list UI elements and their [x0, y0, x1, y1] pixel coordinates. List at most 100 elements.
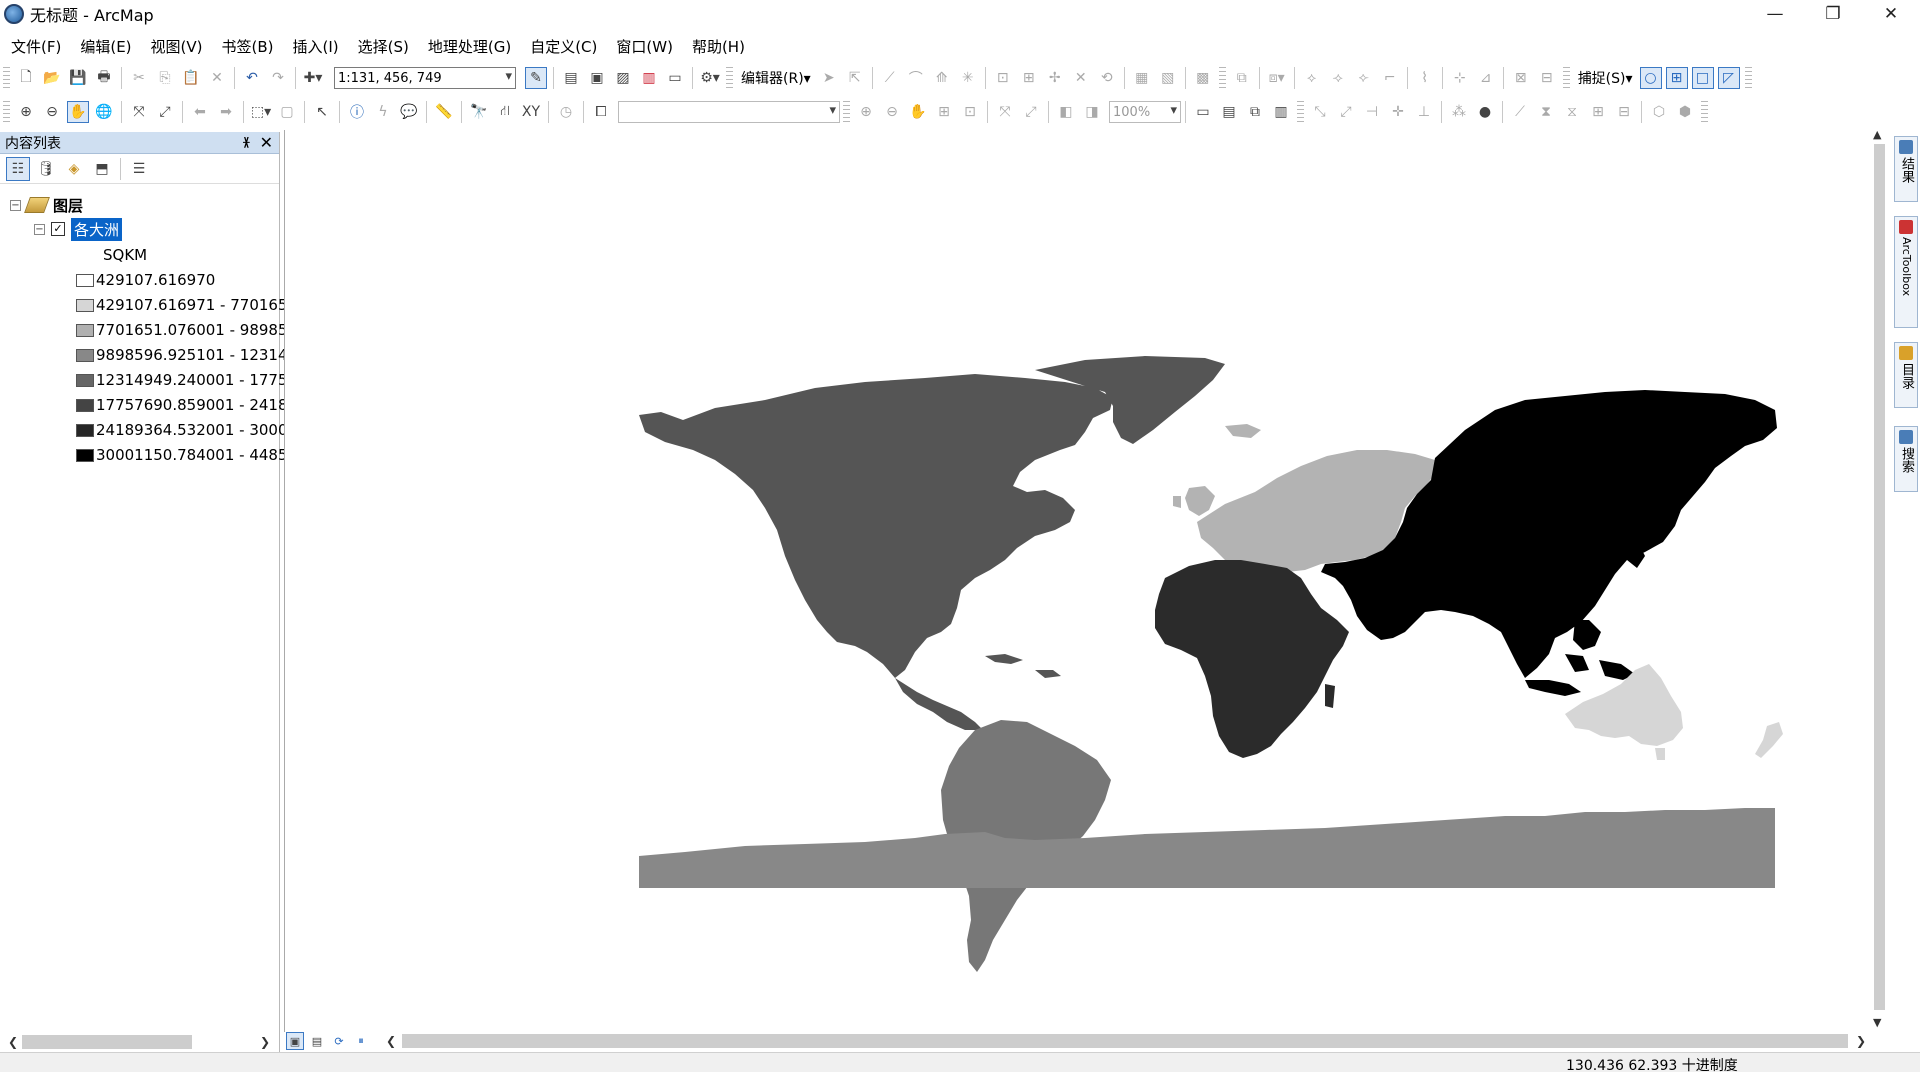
select-features-icon[interactable]: ⬚▾ — [251, 102, 271, 122]
tree-root[interactable]: − 图层 — [10, 194, 83, 216]
effects-2-icon[interactable]: ⟋ — [1510, 102, 1530, 122]
legend-item[interactable]: 30001150.784001 - 4485 — [76, 444, 288, 466]
menu-customize[interactable]: 自定义(C) — [522, 36, 605, 57]
editor-menu[interactable]: 编辑器(R)▾ — [741, 68, 811, 88]
legend-item[interactable]: 9898596.925101 - 12314 — [76, 344, 288, 366]
print-icon[interactable]: 🖶 — [94, 68, 114, 88]
toc-horizontal-scrollbar[interactable]: ❮ ❯ — [0, 1032, 278, 1052]
tab-results[interactable]: 结果 — [1894, 136, 1918, 202]
point-icon[interactable]: ✳ — [958, 68, 978, 88]
effects-4-icon[interactable]: ⧖ — [1562, 102, 1582, 122]
edit-annotation-icon[interactable]: ⇱ — [845, 68, 865, 88]
parcel-icon[interactable]: ⊠ — [1511, 68, 1531, 88]
paste-icon[interactable]: 📋 — [181, 68, 201, 88]
fixed-zoom-in-icon[interactable]: ⤧ — [129, 102, 149, 122]
menu-edit[interactable]: 编辑(E) — [72, 36, 139, 57]
find-route-icon[interactable]: ⛙ — [495, 102, 515, 122]
model-builder-icon[interactable]: ⚙▾ — [700, 68, 720, 88]
fillet-icon[interactable]: ⌐ — [1380, 68, 1400, 88]
extend-icon[interactable]: ⟢ — [1328, 68, 1348, 88]
collapse-icon[interactable]: − — [10, 199, 21, 211]
legend-swatch[interactable] — [76, 373, 94, 387]
split-icon[interactable]: ✕ — [1071, 68, 1091, 88]
trim-icon[interactable]: ⟣ — [1354, 68, 1374, 88]
zoom-percent-combo[interactable]: 100% ▾ — [1109, 101, 1181, 123]
toolbar-grip[interactable] — [3, 67, 10, 89]
legend-swatch[interactable] — [76, 348, 94, 362]
python-window-icon[interactable]: ▭ — [665, 68, 685, 88]
edit-tool-icon[interactable]: ➤ — [819, 68, 839, 88]
edge-snapping-icon[interactable]: ◸ — [1717, 67, 1740, 89]
hyperlink-icon[interactable]: ϟ — [373, 102, 393, 122]
layout-pan-icon[interactable]: ✋ — [908, 102, 928, 122]
legend-item[interactable]: 7701651.076001 - 98985 — [76, 319, 288, 341]
snapping-menu[interactable]: 捕捉(S)▾ — [1578, 68, 1633, 88]
options-icon[interactable]: ☰ — [128, 158, 150, 180]
rubbersheet-icon[interactable]: ⊿ — [1476, 68, 1496, 88]
north-america[interactable] — [639, 356, 1225, 730]
layer-combo[interactable]: ▾ — [618, 101, 840, 123]
layer-visibility-checkbox[interactable]: ✓ — [51, 222, 65, 236]
data-driven-pages-icon[interactable]: ▥ — [1271, 102, 1291, 122]
vertex-snapping-icon[interactable]: □ — [1691, 67, 1714, 89]
editor-toolbar-icon[interactable]: ✎ — [525, 67, 547, 89]
menu-selection[interactable]: 选择(S) — [350, 36, 417, 57]
cut-icon[interactable]: ✂ — [129, 68, 149, 88]
create-features-icon[interactable]: ▩ — [1193, 68, 1213, 88]
map-vertical-scrollbar[interactable]: ▲ ▼ — [1872, 128, 1886, 1030]
trace-icon[interactable]: ⟰ — [932, 68, 952, 88]
time-slider-icon[interactable]: ◷ — [556, 102, 576, 122]
close-icon[interactable]: ✕ — [260, 133, 273, 152]
catalog-window-icon[interactable]: ▣ — [587, 68, 607, 88]
sketch-properties-icon[interactable]: ▧ — [1158, 68, 1178, 88]
effects-icon[interactable]: ⁂ — [1449, 102, 1469, 122]
redo-icon[interactable]: ↷ — [268, 68, 288, 88]
scroll-down-icon[interactable]: ▼ — [1873, 1016, 1881, 1029]
georef-tool-3-icon[interactable]: ⊣ — [1362, 102, 1382, 122]
scroll-thumb[interactable] — [1874, 144, 1885, 1010]
save-icon[interactable]: 💾 — [68, 68, 88, 88]
collapse-icon[interactable]: − — [34, 223, 45, 235]
zoom-100-icon[interactable]: ⊡ — [960, 102, 980, 122]
edit-vertices-icon[interactable]: ⊡ — [993, 68, 1013, 88]
search-window-icon[interactable]: ▨ — [613, 68, 633, 88]
pause-drawing-icon[interactable]: ⏸ — [353, 1033, 369, 1049]
attributes-icon[interactable]: ▦ — [1132, 68, 1152, 88]
layout-zoom-in-icon[interactable]: ⊕ — [856, 102, 876, 122]
end-snapping-icon[interactable]: ⊞ — [1665, 67, 1688, 89]
back-extent-icon[interactable]: ⬅ — [190, 102, 210, 122]
legend-swatch[interactable] — [76, 298, 94, 312]
refresh-icon[interactable]: ⟳ — [331, 1033, 347, 1049]
legend-item[interactable]: 12314949.240001 - 1775 — [76, 369, 288, 391]
legend-swatch[interactable] — [76, 448, 94, 462]
menu-help[interactable]: 帮助(H) — [684, 36, 753, 57]
menu-view[interactable]: 视图(V) — [143, 36, 211, 57]
menu-insert[interactable]: 插入(I) — [285, 36, 347, 57]
close-button[interactable]: ✕ — [1862, 0, 1920, 28]
layout-view-icon[interactable]: ▤ — [309, 1033, 325, 1049]
menu-file[interactable]: 文件(F) — [3, 36, 69, 57]
effects-6-icon[interactable]: ⊟ — [1614, 102, 1634, 122]
list-by-source-icon[interactable]: 🛢 — [35, 158, 57, 180]
rotate-icon[interactable]: ⟲ — [1097, 68, 1117, 88]
toggle-draft-mode-icon[interactable]: ▭ — [1193, 102, 1213, 122]
straight-segment-icon[interactable]: ⟋ — [880, 68, 900, 88]
advanced-editing-icon[interactable]: ⟡ — [1302, 68, 1322, 88]
cogo-icon[interactable]: ⊟ — [1537, 68, 1557, 88]
world-map[interactable] — [285, 130, 1873, 1032]
fixed-zoom-in-layout-icon[interactable]: ⤧ — [995, 102, 1015, 122]
scroll-up-icon[interactable]: ▲ — [1873, 128, 1881, 141]
menu-windows[interactable]: 窗口(W) — [608, 36, 681, 57]
georef-tool-4-icon[interactable]: ✛ — [1388, 102, 1408, 122]
spatial-adjustment-icon[interactable]: ⊹ — [1450, 68, 1470, 88]
list-by-selection-icon[interactable]: ⬒ — [91, 158, 113, 180]
focus-data-frame-icon[interactable]: ▤ — [1219, 102, 1239, 122]
legend-swatch[interactable] — [76, 398, 94, 412]
scroll-right-icon[interactable]: ❯ — [260, 1035, 270, 1049]
swipe-icon[interactable]: ● — [1475, 102, 1495, 122]
legend-item[interactable]: 429107.616970 — [76, 269, 215, 291]
menu-bookmarks[interactable]: 书签(B) — [214, 36, 282, 57]
zoom-whole-page-icon[interactable]: ⊞ — [934, 102, 954, 122]
full-extent-icon[interactable]: 🌐 — [94, 102, 114, 122]
forward-extent-icon[interactable]: ➡ — [216, 102, 236, 122]
